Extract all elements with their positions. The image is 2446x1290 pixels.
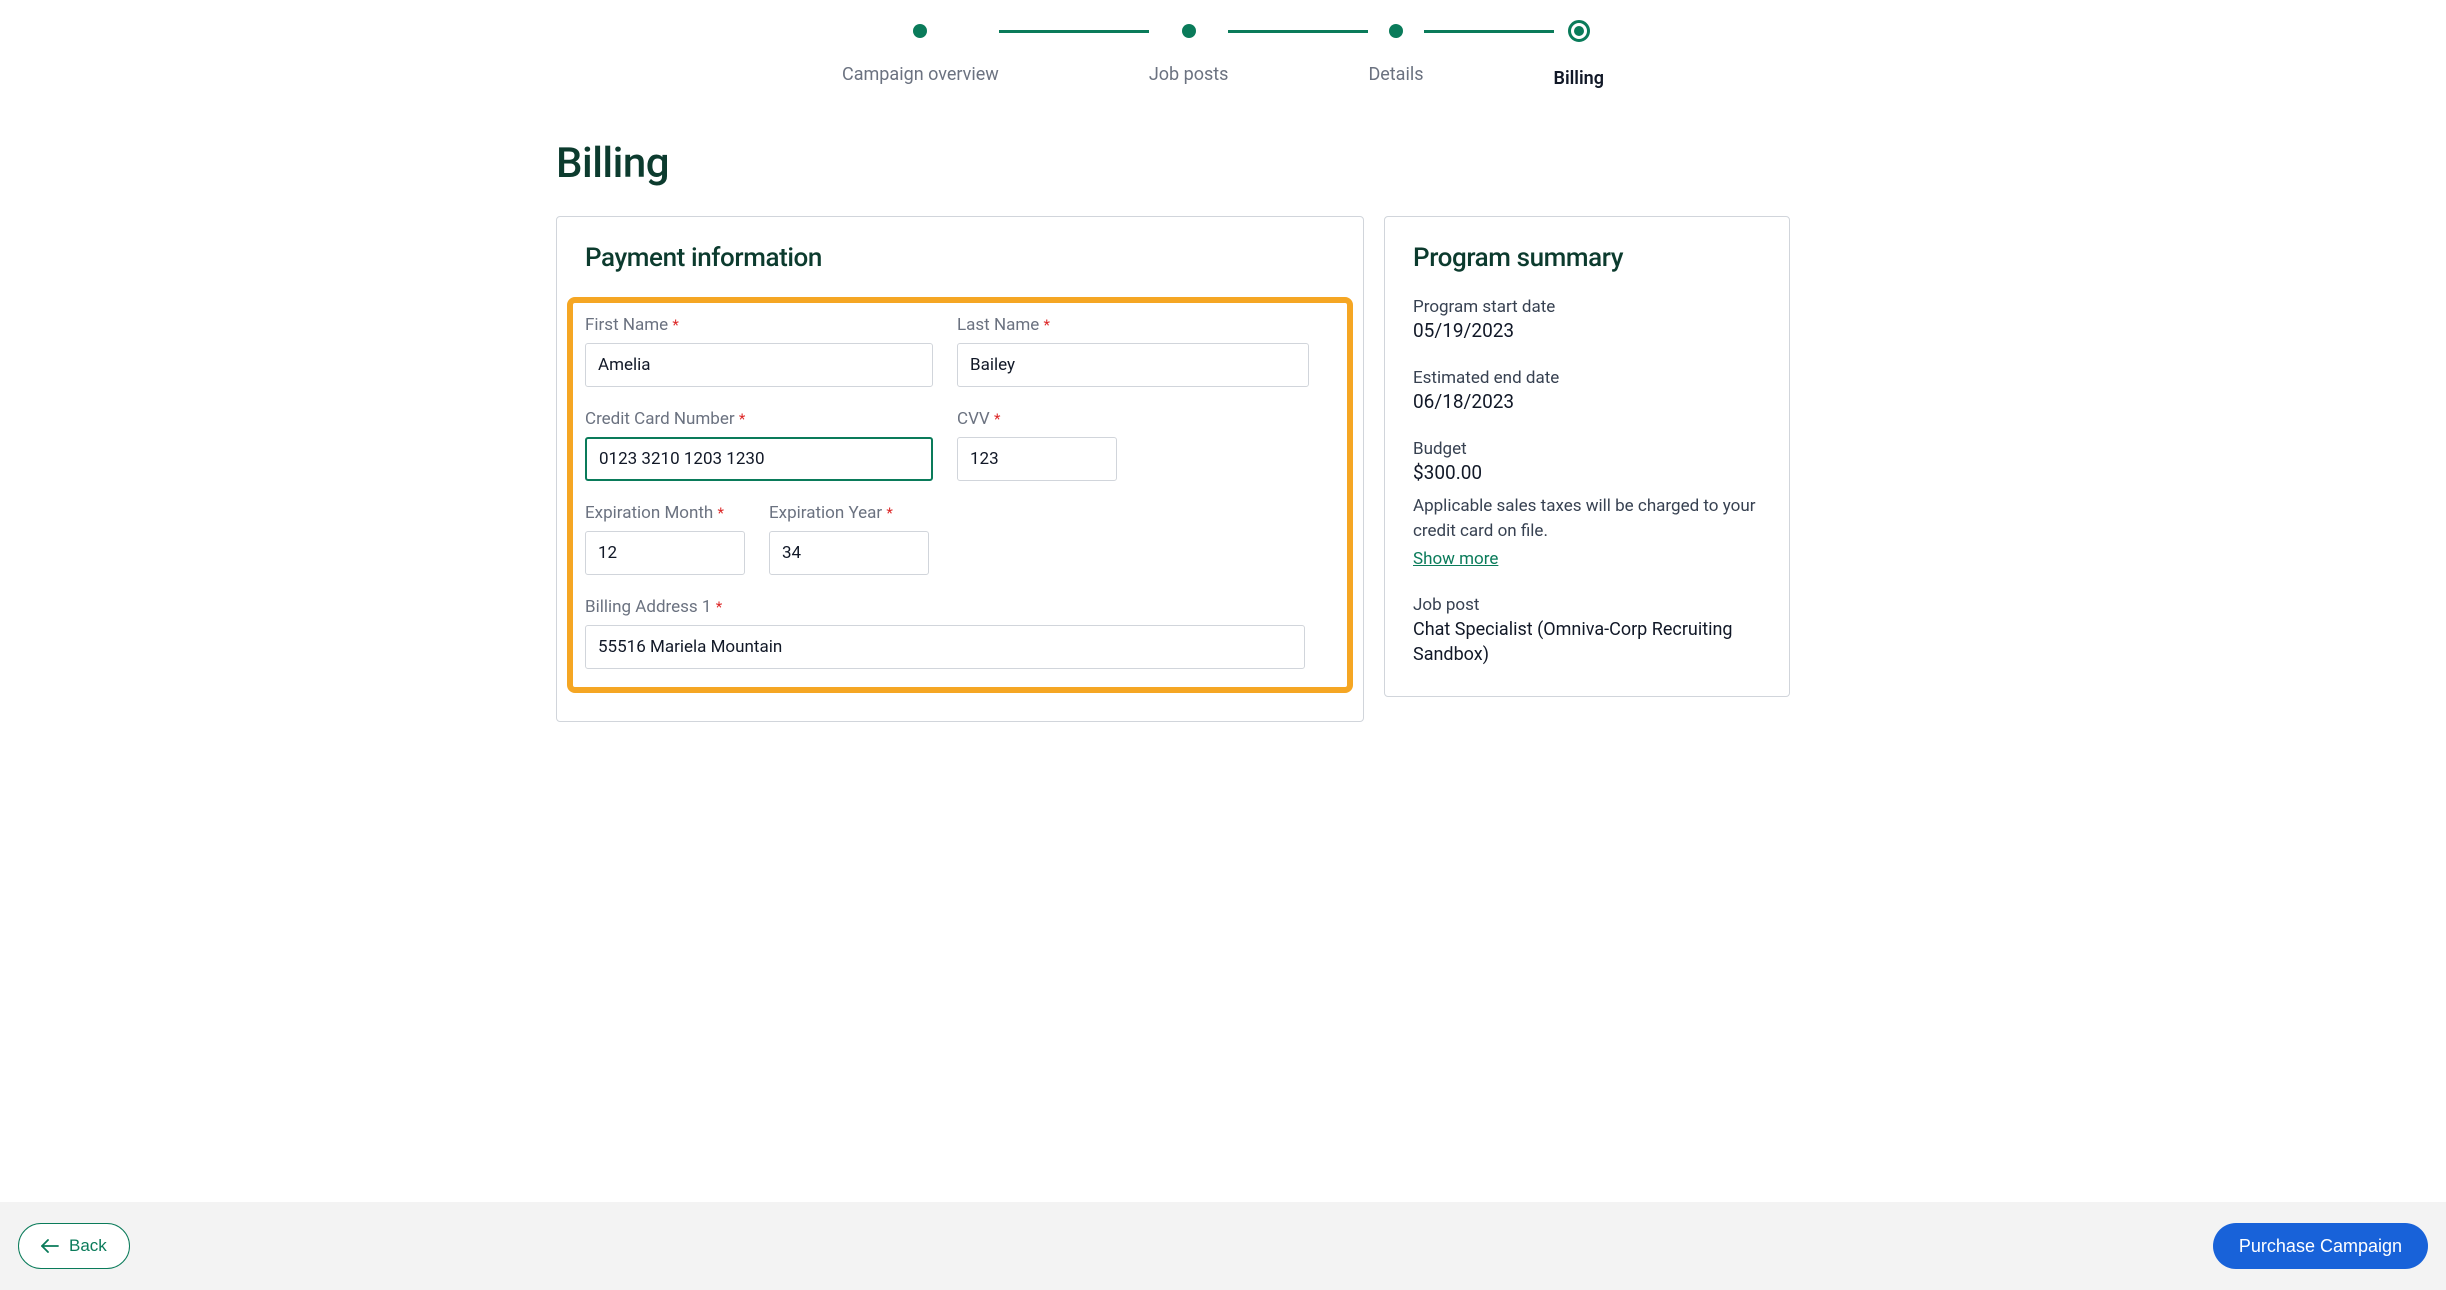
purchase-campaign-button[interactable]: Purchase Campaign bbox=[2213, 1223, 2428, 1269]
job-post-value: Chat Specialist (Omniva-Corp Recruiting … bbox=[1413, 617, 1761, 667]
job-post-label: Job post bbox=[1413, 595, 1761, 615]
step-dot-icon bbox=[913, 24, 927, 38]
step-billing[interactable]: Billing bbox=[1554, 24, 1604, 89]
end-date-label: Estimated end date bbox=[1413, 368, 1761, 388]
step-label: Campaign overview bbox=[842, 64, 999, 85]
required-asterisk: * bbox=[994, 410, 1000, 428]
tax-note: Applicable sales taxes will be charged t… bbox=[1413, 494, 1761, 543]
page-title: Billing bbox=[556, 139, 1890, 188]
exp-year-label: Expiration Year * bbox=[769, 503, 929, 523]
budget-label: Budget bbox=[1413, 439, 1761, 459]
required-asterisk: * bbox=[716, 598, 722, 616]
start-date-label: Program start date bbox=[1413, 297, 1761, 317]
exp-month-label: Expiration Month * bbox=[585, 503, 745, 523]
first-name-label: First Name * bbox=[585, 315, 933, 335]
label-text: CVV bbox=[957, 409, 990, 429]
last-name-label: Last Name * bbox=[957, 315, 1309, 335]
step-label: Job posts bbox=[1149, 64, 1229, 85]
budget-value: $300.00 bbox=[1413, 461, 1761, 484]
back-button-label: Back bbox=[69, 1236, 107, 1256]
exp-year-field[interactable] bbox=[769, 531, 929, 575]
label-text: Expiration Month bbox=[585, 503, 713, 523]
label-text: Last Name bbox=[957, 315, 1039, 335]
billing-address-1-field[interactable] bbox=[585, 625, 1305, 669]
cvv-field[interactable] bbox=[957, 437, 1117, 481]
progress-stepper: Campaign overview Job posts Details Bill… bbox=[556, 0, 1890, 109]
cc-number-field[interactable] bbox=[585, 437, 933, 481]
payment-info-title: Payment information bbox=[585, 243, 1335, 273]
required-asterisk: * bbox=[886, 504, 892, 522]
step-label: Billing bbox=[1554, 68, 1604, 89]
program-summary-card: Program summary Program start date 05/19… bbox=[1384, 216, 1790, 697]
step-active-dot-icon bbox=[1568, 20, 1590, 42]
step-job-posts[interactable]: Job posts bbox=[1149, 24, 1229, 85]
end-date-value: 06/18/2023 bbox=[1413, 390, 1761, 413]
required-asterisk: * bbox=[718, 504, 724, 522]
step-connector bbox=[999, 30, 1149, 33]
footer-bar: Back Purchase Campaign bbox=[0, 1202, 2446, 1290]
step-dot-icon bbox=[1389, 24, 1403, 38]
start-date-value: 05/19/2023 bbox=[1413, 319, 1761, 342]
highlighted-form-region: First Name * Last Name * bbox=[567, 297, 1353, 693]
label-text: First Name bbox=[585, 315, 668, 335]
required-asterisk: * bbox=[739, 410, 745, 428]
program-summary-title: Program summary bbox=[1413, 243, 1761, 273]
billing-address-1-label: Billing Address 1 * bbox=[585, 597, 1305, 617]
step-label: Details bbox=[1368, 64, 1423, 85]
step-details[interactable]: Details bbox=[1368, 24, 1423, 85]
required-asterisk: * bbox=[672, 316, 678, 334]
label-text: Expiration Year bbox=[769, 503, 882, 523]
step-connector bbox=[1228, 30, 1368, 33]
arrow-left-icon bbox=[41, 1239, 59, 1253]
cc-number-label: Credit Card Number * bbox=[585, 409, 933, 429]
show-more-link[interactable]: Show more bbox=[1413, 549, 1498, 569]
step-campaign-overview[interactable]: Campaign overview bbox=[842, 24, 999, 85]
label-text: Billing Address 1 bbox=[585, 597, 711, 617]
payment-info-card: Payment information First Name * Last bbox=[556, 216, 1364, 722]
required-asterisk: * bbox=[1043, 316, 1049, 334]
label-text: Credit Card Number bbox=[585, 409, 735, 429]
cvv-label: CVV * bbox=[957, 409, 1117, 429]
purchase-button-label: Purchase Campaign bbox=[2239, 1236, 2402, 1256]
last-name-field[interactable] bbox=[957, 343, 1309, 387]
step-connector bbox=[1424, 30, 1554, 33]
step-dot-icon bbox=[1182, 24, 1196, 38]
first-name-field[interactable] bbox=[585, 343, 933, 387]
back-button[interactable]: Back bbox=[18, 1223, 130, 1269]
exp-month-field[interactable] bbox=[585, 531, 745, 575]
